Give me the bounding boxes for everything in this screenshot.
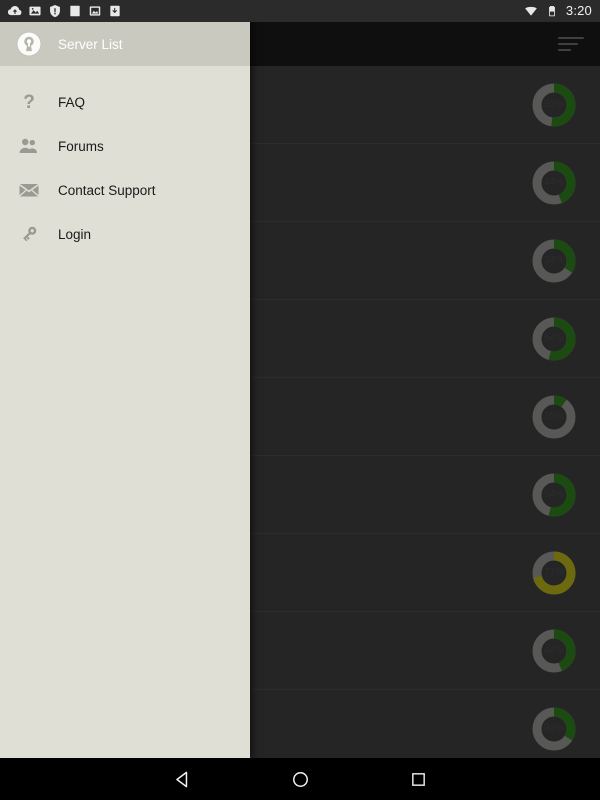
back-button[interactable] [165,762,199,796]
key-icon [14,219,44,249]
status-bar: 3:20 [0,0,600,22]
home-button[interactable] [283,762,317,796]
phone-screen: IPVANISH V P N 52%44%34%54%10%54%71%44%3… [0,0,600,800]
status-bar-notifications [8,4,122,18]
people-icon [14,131,44,161]
svg-text:?: ? [23,92,35,113]
sidebar-item-faq[interactable]: ? FAQ [0,80,250,124]
wifi-icon [524,4,538,18]
shield-icon [48,4,62,18]
sidebar-item-forums[interactable]: Forums [0,124,250,168]
sidebar-item-login[interactable]: Login [0,212,250,256]
blank-square-icon [68,4,82,18]
envelope-icon [14,175,44,205]
status-bar-system: 3:20 [524,0,592,22]
sidebar-item-server-list[interactable]: Server List [0,22,250,66]
android-nav-bar [0,758,600,800]
sidebar-item-label: Login [58,226,92,242]
sidebar-item-contact-support[interactable]: Contact Support [0,168,250,212]
battery-icon [545,4,559,18]
photo-frame-icon [88,4,102,18]
image-icon [28,4,42,18]
sidebar-item-label: FAQ [58,94,86,110]
recents-button[interactable] [401,762,435,796]
status-bar-clock: 3:20 [565,3,592,18]
question-mark-icon: ? [14,87,44,117]
sidebar-item-label: Server List [58,36,123,52]
openvpn-shield-icon [14,29,44,59]
navigation-drawer: Server List ? FAQ Forums Contact Support… [0,22,250,758]
sidebar-item-label: Contact Support [58,182,156,198]
screenshot-icon [108,4,122,18]
cloud-upload-icon [8,4,22,18]
sidebar-item-label: Forums [58,138,104,154]
drawer-spacer [0,66,250,80]
